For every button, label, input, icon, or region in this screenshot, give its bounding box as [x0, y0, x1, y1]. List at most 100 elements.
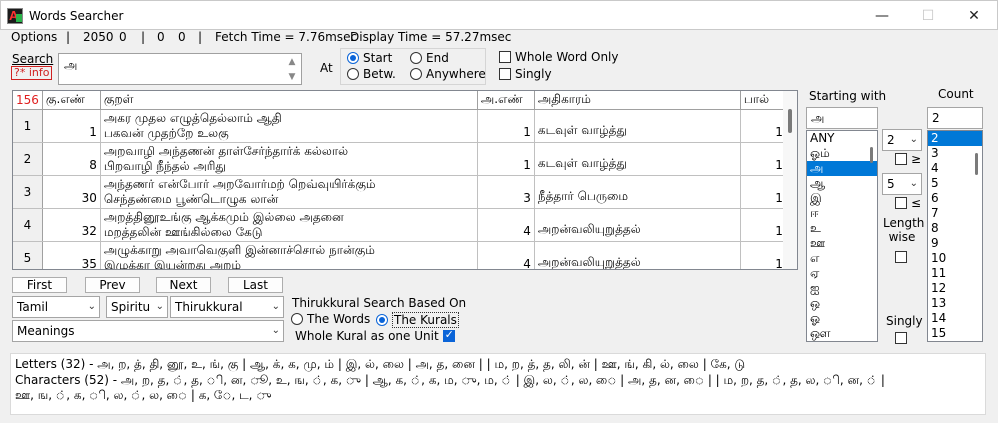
results-grid[interactable]: 156 கு.எண் குறள் அ.எண் அதிகாரம் பால் 1 1…: [12, 90, 798, 270]
chapter-number-cell: 4: [477, 241, 535, 269]
radio-start-label: Start: [363, 51, 393, 65]
scroll-down-icon[interactable]: ▼: [286, 71, 298, 83]
search-input-value: அ: [64, 58, 78, 72]
minimize-button[interactable]: —: [859, 1, 905, 31]
kural-number-cell: 1: [42, 109, 101, 143]
search-label: Search: [12, 52, 54, 66]
grid-scrollbar[interactable]: [783, 91, 797, 269]
column-header-chapter-number[interactable]: அ.எண்: [477, 91, 535, 110]
length-wise-box[interactable]: [895, 250, 907, 263]
status-value-b: 0: [119, 30, 127, 44]
table-row[interactable]: 2 8 அறவாழி அந்தணன் தாள்சேர்ந்தார்க் கல்ல…: [13, 142, 787, 176]
min-length-box[interactable]: [895, 153, 907, 165]
max-length-value: 5: [887, 177, 895, 191]
starting-with-list[interactable]: ANY ஓம் அ ஆ இ ஈ உ ஊ எ ஏ ஐ ஒ ஓ ஔ: [806, 130, 878, 342]
grid-scrollbar-thumb[interactable]: [788, 109, 792, 133]
letters-line: Letters (32) - அ, ற, த், தி, னூ, உ, ங், …: [15, 357, 746, 371]
radio-the-kurals-label: The Kurals: [392, 312, 459, 328]
length-wise-label-line-2: wise: [888, 230, 916, 244]
kural-line-2: பிறவாழி நீந்தல் அரிது: [103, 158, 226, 173]
search-input[interactable]: அ ▲ ▼: [58, 53, 302, 85]
radio-anywhere-indicator[interactable]: [410, 68, 422, 80]
section-cell: 1: [740, 241, 787, 269]
language-select-value: Tamil: [17, 300, 49, 314]
whole-kural-checkbox[interactable]: Whole Kural as one Unit: [295, 328, 455, 343]
singly-checkbox[interactable]: Singly: [499, 67, 552, 81]
length-wise-label-line-1: Length: [883, 216, 925, 230]
radio-the-kurals-indicator[interactable]: [376, 314, 388, 326]
length-wise-label: Length wise: [883, 216, 925, 244]
table-row[interactable]: 4 32 அறத்தினூஉங்கு ஆக்கமும் இல்லை அதனை மற…: [13, 208, 787, 242]
first-button[interactable]: First: [12, 277, 67, 293]
chapter-number-cell: 4: [477, 208, 535, 242]
max-length-select[interactable]: 5 ⌄: [882, 173, 922, 195]
count-list[interactable]: 2 3 4 5 6 7 8 9 10 11 12 13 14 15: [927, 130, 983, 342]
singly-length-box[interactable]: [895, 331, 907, 344]
scroll-up-icon[interactable]: ▲: [286, 56, 298, 68]
starting-with-scrollbar[interactable]: [865, 131, 877, 341]
scrollbar-thumb[interactable]: [975, 153, 978, 175]
radio-start-indicator[interactable]: [347, 52, 359, 64]
mode-select[interactable]: Meanings ⌄: [12, 320, 284, 342]
singly-length-checkbox[interactable]: [895, 330, 907, 344]
le-label: ≤: [911, 196, 922, 210]
at-label: At: [320, 61, 333, 75]
next-button[interactable]: Next: [156, 277, 211, 293]
count-label: Count: [938, 87, 974, 101]
table-row[interactable]: 3 30 அந்தணர் என்போர் அறவோர்மற் றெவ்வுயிர…: [13, 175, 787, 209]
radio-the-words-indicator[interactable]: [291, 313, 303, 325]
app-icon: A: [7, 8, 23, 24]
chevron-down-icon: ⌄: [271, 301, 280, 312]
column-header-section[interactable]: பால்: [740, 91, 787, 110]
radio-start[interactable]: Start: [347, 51, 392, 65]
close-button[interactable]: ✕: [951, 1, 997, 31]
options-menu[interactable]: Options: [11, 30, 57, 44]
source-select[interactable]: Thirukkural ⌄: [170, 296, 284, 318]
max-length-checkbox[interactable]: ≤: [895, 196, 921, 210]
status-value-c: 0: [157, 30, 165, 44]
radio-end-label: End: [426, 51, 449, 65]
singly-box[interactable]: [499, 68, 511, 80]
table-row[interactable]: 1 1 அகர முதல எழுத்தெல்லாம் ஆதி பகவன் முதற…: [13, 109, 787, 143]
kural-number-cell: 35: [42, 241, 101, 269]
kural-line-1: அறவாழி அந்தணன் தாள்சேர்ந்தார்க் கல்லால்: [103, 143, 349, 158]
prev-button[interactable]: Prev: [85, 277, 140, 293]
font-select[interactable]: Spiritu ⌄: [106, 296, 168, 318]
kural-line-1: அறத்தினூஉங்கு ஆக்கமும் இல்லை அதனை: [103, 209, 344, 224]
row-number: 3: [13, 175, 43, 209]
radio-the-kurals[interactable]: The Kurals: [376, 312, 459, 328]
radio-end[interactable]: End: [410, 51, 449, 65]
radio-end-indicator[interactable]: [410, 52, 422, 64]
starting-with-input[interactable]: அ: [806, 107, 878, 129]
column-header-kural-number[interactable]: கு.எண்: [42, 91, 101, 110]
whole-word-only-box[interactable]: [499, 51, 511, 63]
chapter-cell: அறன்வலியுறுத்தல்: [534, 241, 741, 269]
kural-cell: அந்தணர் என்போர் அறவோர்மற் றெவ்வுயிர்க்கு…: [100, 175, 478, 209]
column-header-chapter[interactable]: அதிகாரம்: [534, 91, 741, 110]
whole-word-only-label: Whole Word Only: [515, 50, 619, 64]
kural-line-2: இழுக்கா இயன்றது அறம்: [103, 257, 241, 270]
whole-kural-box[interactable]: [442, 328, 455, 342]
count-input[interactable]: 2: [927, 107, 983, 129]
min-length-checkbox[interactable]: ≥: [895, 152, 921, 166]
search-info-button[interactable]: ?* info: [11, 66, 53, 80]
radio-the-words[interactable]: The Words: [291, 312, 370, 326]
table-row[interactable]: 5 35 அழுக்காறு அவாவெகுளி இன்னாச்சொல் நான…: [13, 241, 787, 270]
language-select[interactable]: Tamil ⌄: [12, 296, 100, 318]
scrollbar-thumb[interactable]: [870, 147, 873, 163]
last-button[interactable]: Last: [228, 277, 283, 293]
singly-length-label: Singly: [886, 314, 923, 328]
count-scrollbar[interactable]: [970, 131, 982, 341]
max-length-box[interactable]: [895, 197, 907, 209]
whole-word-only-checkbox[interactable]: Whole Word Only: [499, 50, 619, 64]
chevron-down-icon: ⌄: [271, 325, 280, 336]
min-length-select[interactable]: 2 ⌄: [882, 129, 922, 151]
radio-between-indicator[interactable]: [347, 68, 359, 80]
radio-between[interactable]: Betw.: [347, 67, 396, 81]
length-wise-checkbox[interactable]: [895, 249, 907, 263]
kural-line-2: செந்தண்மை பூண்டொழுக லான்: [103, 191, 279, 206]
radio-anywhere[interactable]: Anywhere: [410, 67, 486, 81]
singly-label: Singly: [515, 67, 552, 81]
column-header-kural[interactable]: குறள்: [100, 91, 478, 110]
chevron-down-icon: ⌄: [909, 178, 918, 189]
